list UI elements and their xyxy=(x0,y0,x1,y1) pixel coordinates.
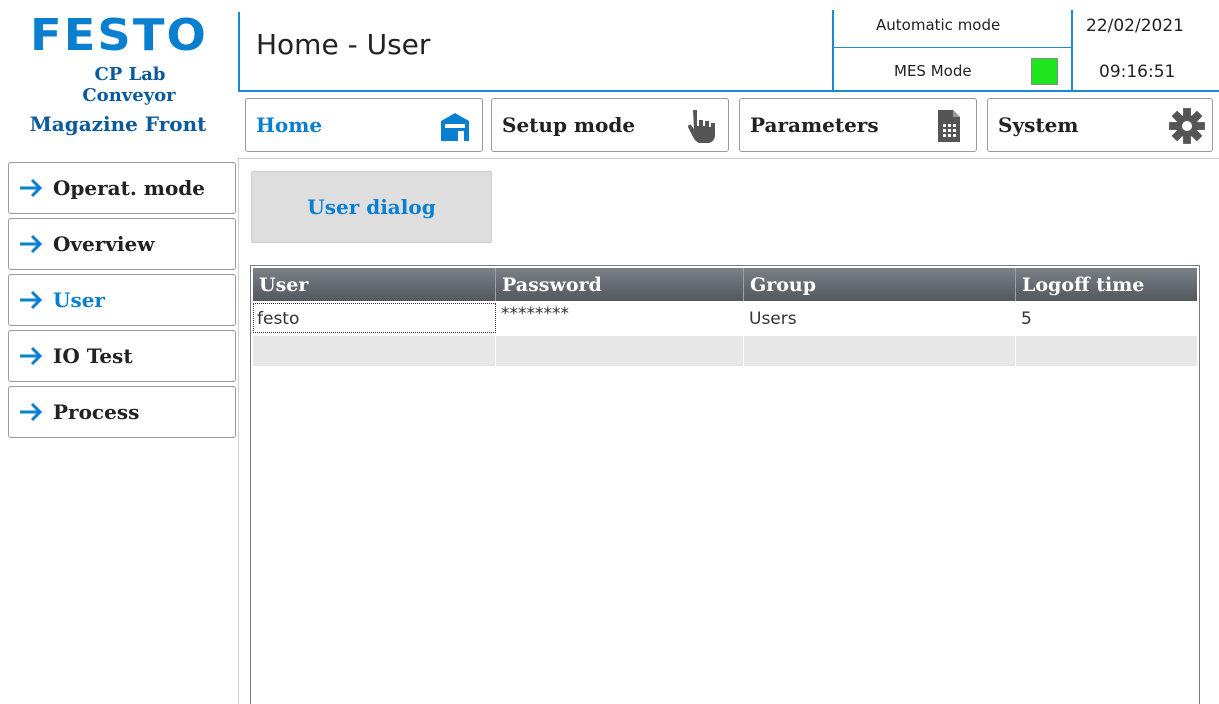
mes-mode-label: MES Mode xyxy=(894,62,972,80)
header-underline xyxy=(238,90,1219,92)
sidebar-divider xyxy=(238,158,239,704)
sidebar-item-overview[interactable]: Overview xyxy=(8,218,236,270)
svg-text:FESTO: FESTO xyxy=(30,14,208,56)
cell-password[interactable]: ******** xyxy=(496,303,748,333)
arrow-right-icon xyxy=(20,402,43,422)
sidebar-item-label: Process xyxy=(53,400,140,424)
sidebar-item-label: Overview xyxy=(53,232,155,256)
arrow-right-icon xyxy=(20,234,43,254)
table-row[interactable]: festo ******** Users 5 xyxy=(253,303,1197,333)
document-table-icon xyxy=(938,110,960,142)
column-header-group[interactable]: Group xyxy=(744,268,1021,301)
tab-setup-mode[interactable]: Setup mode xyxy=(491,98,729,152)
cell-group[interactable]: Users xyxy=(744,303,1020,333)
sidebar-item-operat-mode[interactable]: Operat. mode xyxy=(8,162,236,214)
column-header-logoff-time[interactable]: Logoff time xyxy=(1016,268,1202,301)
station-line-3: Magazine Front xyxy=(29,112,207,136)
festo-logo: FESTO xyxy=(30,14,208,56)
table-header: User Password Group Logoff time xyxy=(253,268,1197,301)
tab-system-label: System xyxy=(998,113,1079,137)
tab-parameters[interactable]: Parameters xyxy=(739,98,977,152)
station-line-2: Conveyor xyxy=(82,85,176,106)
gear-icon xyxy=(1169,108,1205,144)
header-divider xyxy=(832,10,834,90)
cell-user[interactable]: festo xyxy=(253,303,496,333)
sidebar-item-label: Operat. mode xyxy=(53,176,206,200)
column-header-user[interactable]: User xyxy=(253,268,501,301)
tab-home-label: Home xyxy=(256,113,323,137)
sidebar-item-io-test[interactable]: IO Test xyxy=(8,330,236,382)
column-header-password[interactable]: Password xyxy=(496,268,749,301)
arrow-right-icon xyxy=(20,346,43,366)
cell-password[interactable] xyxy=(496,336,748,366)
header-divider xyxy=(834,47,1071,48)
users-table: User Password Group Logoff time festo **… xyxy=(250,265,1200,704)
time-display: 09:16:51 xyxy=(1099,62,1176,82)
sidebar-item-user[interactable]: User xyxy=(8,274,236,326)
table-row[interactable] xyxy=(253,336,1197,366)
tab-setup-mode-label: Setup mode xyxy=(502,113,636,137)
sidebar-item-process[interactable]: Process xyxy=(8,386,236,438)
header-divider xyxy=(238,12,240,90)
content-divider xyxy=(238,158,1219,159)
cell-logoff-time[interactable] xyxy=(1016,336,1201,366)
date-display: 22/02/2021 xyxy=(1086,16,1184,36)
arrow-right-icon xyxy=(20,290,43,310)
cell-group[interactable] xyxy=(744,336,1020,366)
sidebar-item-label: User xyxy=(53,288,105,312)
home-icon xyxy=(441,113,469,141)
tab-parameters-label: Parameters xyxy=(750,113,879,137)
sidebar-item-label: IO Test xyxy=(53,344,133,368)
operating-mode-label: Automatic mode xyxy=(876,16,1001,34)
tab-system[interactable]: System xyxy=(987,98,1213,152)
user-dialog-button[interactable]: User dialog xyxy=(251,171,492,243)
tab-home[interactable]: Home xyxy=(245,98,483,152)
cell-logoff-time[interactable]: 5 xyxy=(1016,303,1201,333)
arrow-right-icon xyxy=(20,178,43,198)
cell-user[interactable] xyxy=(253,336,500,366)
page-title: Home - User xyxy=(256,28,431,61)
header-divider xyxy=(1071,10,1073,90)
mes-status-indicator xyxy=(1031,58,1058,85)
station-name: CP Lab Conveyor Magazine Front xyxy=(0,64,236,138)
hand-pointer-icon xyxy=(688,110,715,143)
station-line-1: CP Lab xyxy=(94,64,166,85)
